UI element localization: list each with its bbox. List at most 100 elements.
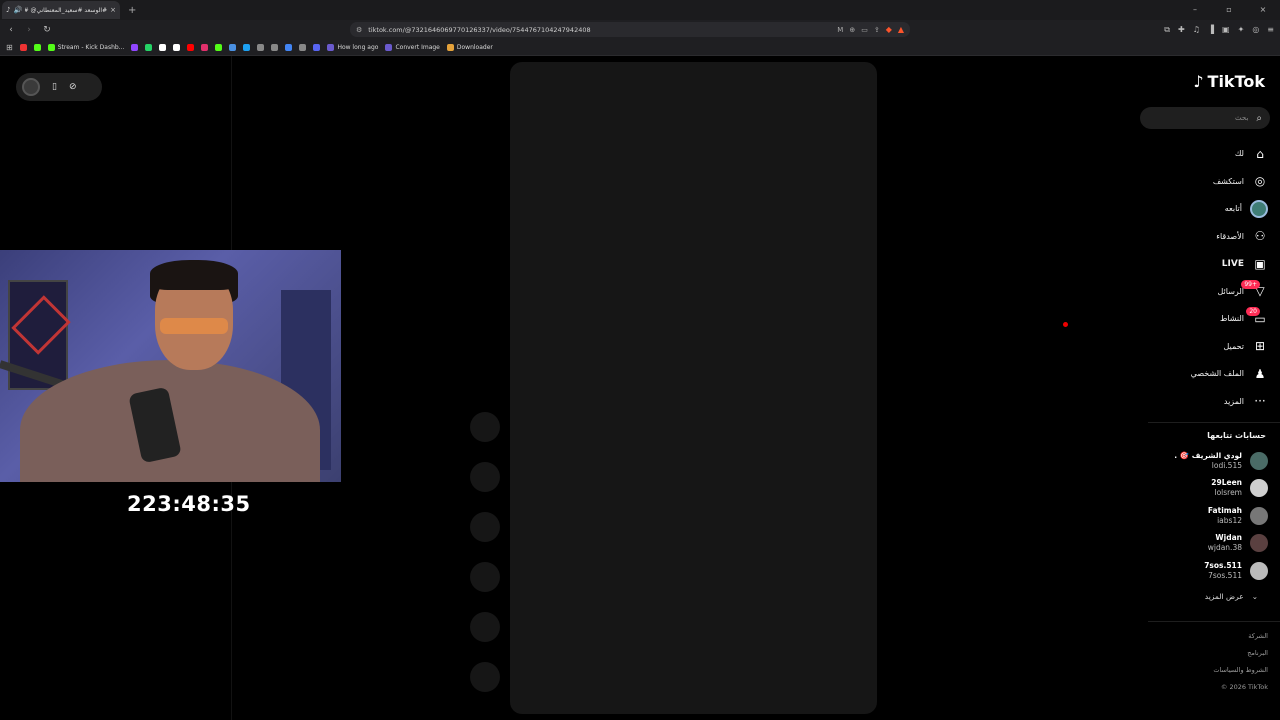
- bookmark-item[interactable]: [285, 43, 293, 51]
- bookmark-item[interactable]: [257, 43, 265, 51]
- back-icon[interactable]: ‹: [4, 25, 18, 35]
- maximize-button[interactable]: ▫: [1212, 0, 1246, 20]
- url-text[interactable]: tiktok.com/@7321646069770126337/video/75…: [368, 26, 831, 34]
- bookmark-item[interactable]: [313, 43, 321, 51]
- nav-item[interactable]: ♟ الملف الشخصي: [1138, 360, 1268, 388]
- close-window-button[interactable]: ×: [1246, 0, 1280, 20]
- logo-text: TikTok: [1207, 72, 1265, 91]
- phone-icon[interactable]: ▯: [52, 82, 57, 92]
- footer-link[interactable]: البرنامج: [1213, 645, 1268, 662]
- speaker-icon[interactable]: 🔊: [13, 6, 22, 14]
- menu-icon[interactable]: ≡: [1267, 22, 1274, 37]
- site-settings-icon[interactable]: ⚙: [356, 26, 362, 34]
- nav-item[interactable]: ▽ الرسائل 99+: [1138, 278, 1268, 306]
- bookmark-favicon-icon: [327, 43, 335, 51]
- reload-icon[interactable]: ↻: [40, 25, 54, 35]
- bookmark-favicon-icon: [257, 43, 265, 51]
- bookmark-item[interactable]: [145, 43, 153, 51]
- video-player[interactable]: [510, 62, 877, 714]
- bookmark-favicon-icon: [201, 43, 209, 51]
- tiktok-page: ▯ ⊘ 223:48:35 ♪ TikTok ⌕ بحث ⌂ لك ◎ استك…: [0, 56, 1280, 720]
- bookmark-item[interactable]: [243, 43, 251, 51]
- browser-tab[interactable]: ♪ 🔊 #الوسعد #سعيد_المعنطاني@ #يا ×: [2, 1, 120, 19]
- profile-icon: ♟: [1254, 366, 1266, 381]
- bookmark-item[interactable]: [159, 43, 167, 51]
- apps-grid-icon[interactable]: ⊞: [6, 43, 13, 52]
- search-input[interactable]: ⌕ بحث: [1140, 107, 1270, 129]
- nav-item[interactable]: أتابعه: [1138, 195, 1268, 223]
- brave-shield-icon[interactable]: ◆: [886, 25, 892, 34]
- forward-icon[interactable]: ›: [22, 25, 36, 35]
- nav-item[interactable]: ▭ النشاط 20: [1138, 305, 1268, 333]
- leo-icon[interactable]: ✦: [1238, 22, 1245, 37]
- action-placeholder[interactable]: [470, 512, 500, 542]
- tiktok-logo[interactable]: ♪ TikTok: [1193, 72, 1265, 91]
- bookmark-item[interactable]: [33, 43, 41, 51]
- bookmark-item[interactable]: How long ago: [327, 43, 378, 51]
- bookmark-item[interactable]: Convert Image: [385, 43, 440, 51]
- share-icon[interactable]: ⇪: [874, 26, 880, 34]
- bookmark-item[interactable]: [187, 43, 195, 51]
- minimize-button[interactable]: –: [1178, 0, 1212, 20]
- address-bar[interactable]: ⚙ tiktok.com/@7321646069770126337/video/…: [350, 22, 910, 37]
- footer-link[interactable]: الشروط والسياسات: [1213, 662, 1268, 679]
- tiktok-note-icon: ♪: [1193, 72, 1204, 91]
- nav-item[interactable]: ⚇ الأصدقاء: [1138, 223, 1268, 251]
- compass-small-icon[interactable]: ⊘: [69, 82, 77, 92]
- bookmark-item[interactable]: [19, 43, 27, 51]
- account-text: 29Leen lolsrem: [1211, 478, 1242, 498]
- nav-item[interactable]: ⌂ لك: [1138, 140, 1268, 168]
- avatar: [1250, 506, 1268, 525]
- action-placeholder[interactable]: [470, 662, 500, 692]
- tiktok-favicon-icon: ♪: [6, 6, 11, 14]
- tab-title: #الوسعد #سعيد_المعنطاني@ #يا: [25, 6, 108, 14]
- music-icon[interactable]: ♫: [1193, 22, 1200, 37]
- account-text: لودي الشريف 🎯 . lodi.515: [1174, 451, 1242, 471]
- nav-item-label: النشاط: [1219, 314, 1244, 324]
- extension-icon[interactable]: ⧉: [1164, 22, 1170, 37]
- reader-icon[interactable]: M: [837, 26, 843, 34]
- search-icon[interactable]: ⌕: [1256, 113, 1262, 124]
- action-placeholder[interactable]: [470, 412, 500, 442]
- following-account[interactable]: Fatimah iabs12: [1148, 502, 1268, 530]
- rewards-icon[interactable]: ▲: [898, 25, 904, 34]
- action-placeholder[interactable]: [470, 462, 500, 492]
- nav-item-label: الأصدقاء: [1216, 231, 1244, 241]
- bookmark-item[interactable]: Downloader: [446, 43, 493, 51]
- bookmark-item[interactable]: [173, 43, 181, 51]
- bookmark-item[interactable]: Stream - Kick Dashb...: [47, 43, 124, 51]
- following-account[interactable]: 7sos.511 7sos.511: [1148, 557, 1268, 585]
- puzzle-icon[interactable]: ✚: [1178, 22, 1185, 37]
- bookmark-item[interactable]: [299, 43, 307, 51]
- bookmark-favicon-icon: [243, 43, 251, 51]
- following-account[interactable]: لودي الشريف 🎯 . lodi.515: [1148, 447, 1268, 475]
- vpn-icon[interactable]: ◎: [1252, 22, 1259, 37]
- bookmark-favicon-icon: [446, 43, 454, 51]
- nav-item[interactable]: ⊞ تحميل: [1138, 333, 1268, 361]
- sidebar-icon[interactable]: ▐: [1208, 22, 1214, 37]
- following-account[interactable]: Wjdan wjdan.38: [1148, 530, 1268, 558]
- home-icon: ⌂: [1256, 146, 1264, 161]
- wallet-icon[interactable]: ▣: [1222, 22, 1230, 37]
- account-text: 7sos.511 7sos.511: [1204, 561, 1242, 581]
- nav-item[interactable]: ▣ LIVE: [1138, 250, 1268, 278]
- action-placeholder[interactable]: [470, 612, 500, 642]
- following-account[interactable]: 29Leen lolsrem: [1148, 475, 1268, 503]
- close-tab-icon[interactable]: ×: [110, 6, 116, 14]
- action-placeholder[interactable]: [470, 562, 500, 592]
- bookmark-item[interactable]: [201, 43, 209, 51]
- bookmark-item[interactable]: [131, 43, 139, 51]
- new-tab-button[interactable]: +: [128, 5, 136, 16]
- screen-icon[interactable]: ▭: [861, 26, 868, 34]
- nav-item[interactable]: ◎ استكشف: [1138, 168, 1268, 196]
- footer-link[interactable]: الشركة: [1213, 628, 1268, 645]
- nav-item[interactable]: ··· المزيد: [1138, 388, 1268, 416]
- channel-avatar[interactable]: [22, 78, 40, 96]
- bookmark-item[interactable]: [229, 43, 237, 51]
- more-icon: ···: [1254, 394, 1266, 409]
- zoom-icon[interactable]: ⊕: [849, 26, 855, 34]
- nav-item-label: لك: [1234, 149, 1244, 159]
- see-more-button[interactable]: ⌄ عرض المزيد: [1205, 592, 1258, 601]
- bookmark-item[interactable]: [271, 43, 279, 51]
- bookmark-item[interactable]: [215, 43, 223, 51]
